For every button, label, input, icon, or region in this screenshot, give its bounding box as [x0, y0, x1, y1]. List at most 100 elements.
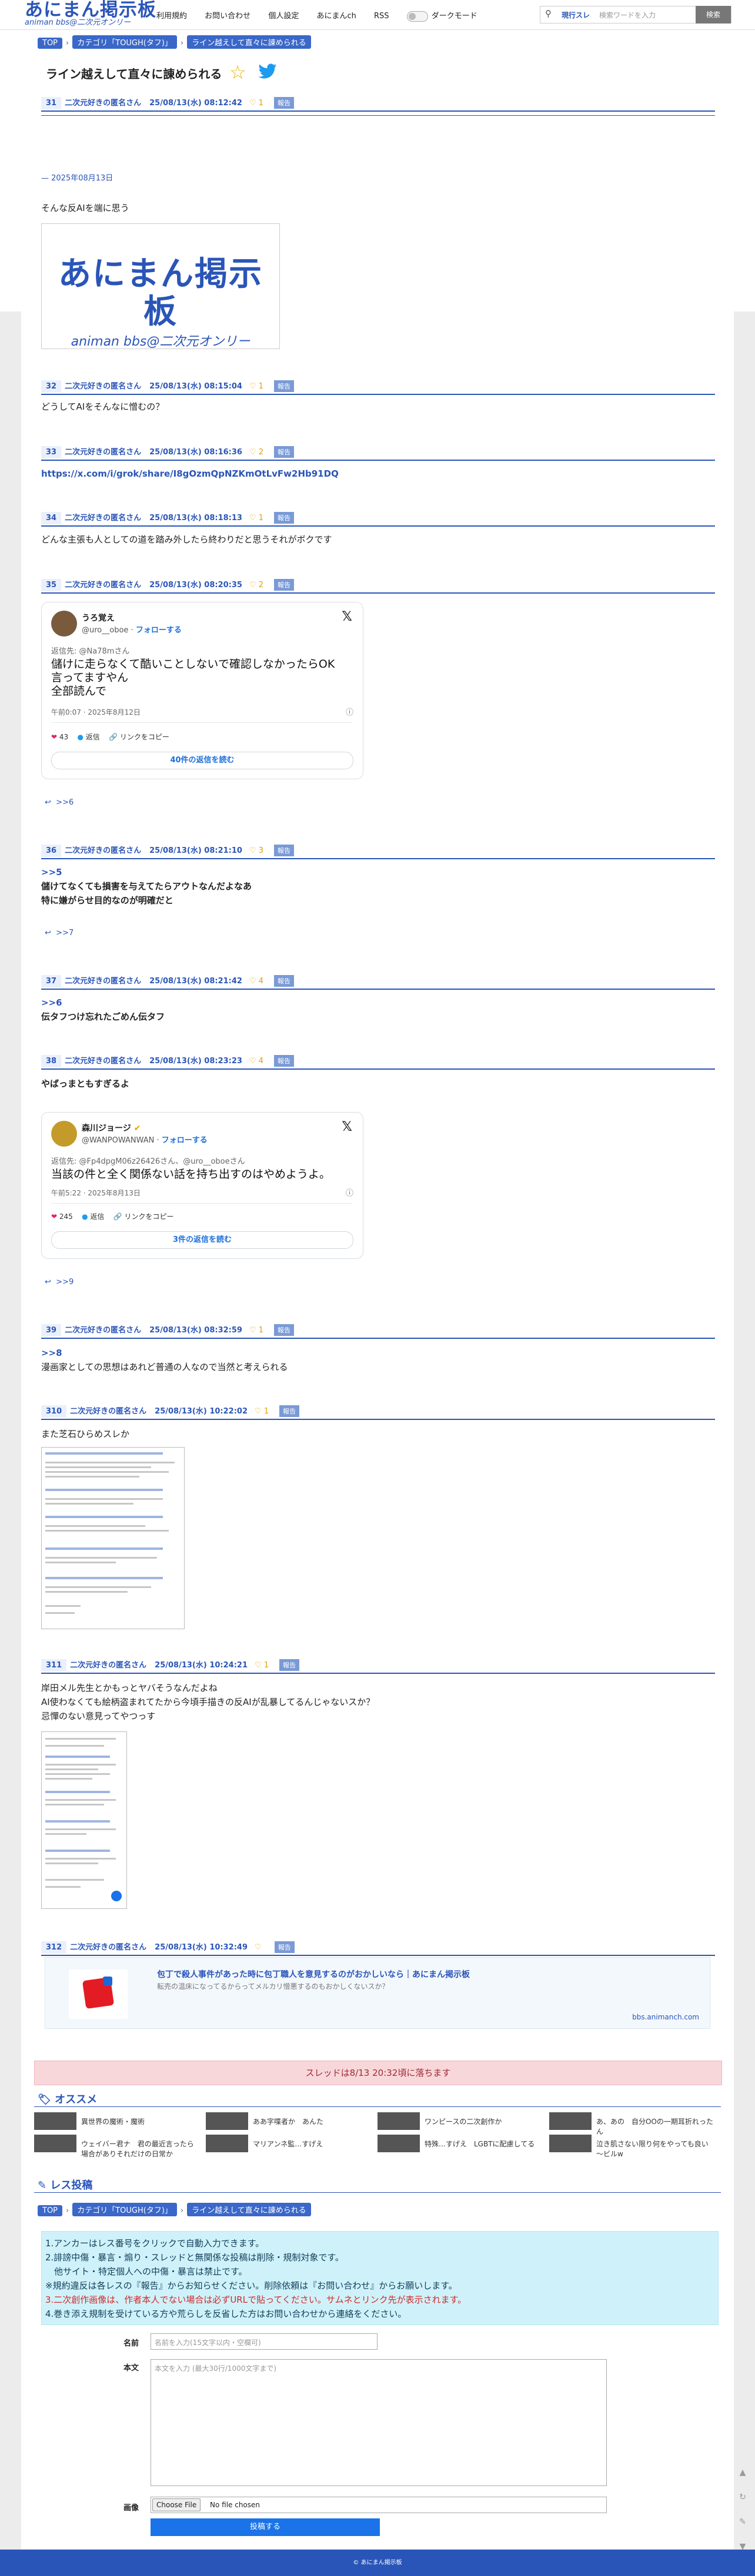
reply-anchor-text[interactable]: >>6: [56, 798, 74, 807]
recommend-item[interactable]: あ、あの 自分OOの一期耳折れったん: [549, 2112, 714, 2136]
quote-anchor[interactable]: >>5: [41, 865, 252, 879]
post-number[interactable]: 311: [41, 1659, 67, 1671]
link-preview-card[interactable]: 包丁で殺人事件があった時に包丁職人を意見するのがおかしいなら｜あにまん掲示板 転…: [45, 1957, 710, 2029]
link-title[interactable]: 包丁で殺人事件があった時に包丁職人を意見するのがおかしいなら｜あにまん掲示板: [157, 1968, 470, 1980]
tweet-author-name-text[interactable]: 森川ジョージ: [82, 1124, 131, 1133]
recommend-item[interactable]: マリアンネ監…すげえ: [206, 2135, 370, 2152]
link-icon[interactable]: 🔗: [113, 1212, 122, 1221]
search-button[interactable]: 検索: [696, 6, 731, 24]
like-button[interactable]: ♡: [255, 1943, 264, 1952]
tweet-author-name[interactable]: うろ覚え: [82, 612, 115, 624]
report-button[interactable]: 報告: [274, 512, 295, 524]
tweet-copy-link[interactable]: リンクをコピー: [124, 1212, 173, 1221]
reply-icon[interactable]: ●: [77, 733, 83, 741]
link-icon[interactable]: 🔗: [109, 733, 118, 741]
reply-anchor-text[interactable]: >>9: [56, 1278, 74, 1287]
toggle-switch[interactable]: [406, 11, 428, 22]
breadcrumb-top[interactable]: TOP: [38, 2205, 63, 2216]
x-logo-icon[interactable]: 𝕏: [342, 609, 352, 624]
submit-button[interactable]: 投稿する: [151, 2518, 380, 2536]
dark-mode-toggle[interactable]: ダークモード: [406, 11, 493, 22]
report-button[interactable]: 報告: [274, 380, 295, 392]
tweet-copy-link[interactable]: リンクをコピー: [120, 733, 169, 741]
reply-anchor[interactable]: ↩ >>9: [45, 1278, 74, 1287]
nav-settings[interactable]: 個人設定: [268, 12, 299, 21]
tweet-handle-text[interactable]: @uro__oboe: [82, 626, 128, 635]
favorite-star-icon[interactable]: ☆: [229, 61, 246, 83]
refresh-icon[interactable]: ↻: [734, 2488, 751, 2506]
nav-animanch[interactable]: あにまんch: [316, 12, 356, 21]
report-button[interactable]: 報告: [274, 579, 295, 591]
embedded-tweet[interactable]: 森川ジョージ ✔ @WANPOWANWAN · フォローする 𝕏 返信先: @F…: [41, 1112, 363, 1259]
like-button[interactable]: ♡ 1: [249, 514, 263, 522]
read-replies-button[interactable]: 40件の返信を読む: [51, 752, 353, 769]
choose-file-button[interactable]: Choose File: [152, 2498, 201, 2511]
report-button[interactable]: 報告: [274, 1941, 295, 1953]
report-button[interactable]: 報告: [274, 845, 295, 856]
scroll-top-icon[interactable]: ▲: [734, 2464, 751, 2481]
report-button[interactable]: 報告: [279, 1659, 300, 1671]
site-logo[interactable]: あにまん掲示板 animan bbs@二次元オンリー: [25, 0, 156, 28]
recommend-item[interactable]: ワンピースの二次創作か: [378, 2112, 542, 2130]
avatar[interactable]: [51, 611, 77, 637]
breadcrumb-category[interactable]: カテゴリ「TOUGH(タフ)」: [72, 2203, 177, 2216]
info-icon[interactable]: ⓘ: [346, 706, 353, 717]
post-screenshot[interactable]: [41, 1731, 127, 1909]
post-number[interactable]: 34: [41, 512, 62, 524]
report-button[interactable]: 報告: [274, 97, 295, 109]
post-number[interactable]: 39: [41, 1324, 62, 1336]
report-button[interactable]: 報告: [274, 446, 295, 458]
report-button[interactable]: 報告: [279, 1405, 300, 1417]
avatar[interactable]: [51, 1121, 77, 1147]
post-image[interactable]: あにまん掲示板 animan bbs@二次元オンリー: [41, 223, 280, 349]
recommend-item[interactable]: 異世界の魔術・魔術: [34, 2112, 199, 2130]
post-number[interactable]: 33: [41, 446, 62, 458]
like-button[interactable]: ♡ 1: [249, 382, 263, 391]
like-button[interactable]: ♡ 4: [249, 1057, 263, 1066]
like-button[interactable]: ♡ 1: [249, 99, 263, 108]
nav-rss[interactable]: RSS: [374, 12, 389, 21]
like-button[interactable]: ♡ 1: [255, 1661, 269, 1670]
recommend-item[interactable]: 泣き肌さない限り何をやっても良い～ビルw: [549, 2135, 714, 2158]
breadcrumb-thread[interactable]: ライン越えして直々に諌められる: [187, 35, 311, 49]
quote-anchor[interactable]: >>8: [41, 1346, 288, 1360]
post-number[interactable]: 37: [41, 975, 62, 987]
reply-icon[interactable]: ●: [82, 1212, 88, 1221]
post-number[interactable]: 36: [41, 845, 62, 857]
like-button[interactable]: ♡ 2: [249, 581, 263, 589]
report-button[interactable]: 報告: [274, 1055, 295, 1067]
twitter-share-icon[interactable]: [258, 63, 278, 80]
post-number[interactable]: 32: [41, 380, 62, 393]
body-textarea[interactable]: 本文を入力 (最大30行/1000文字まで): [151, 2359, 607, 2486]
like-button[interactable]: ♡ 1: [255, 1407, 269, 1416]
post-number[interactable]: 35: [41, 579, 62, 591]
like-button[interactable]: ♡ 2: [249, 448, 263, 457]
reply-anchor[interactable]: ↩ >>6: [45, 798, 74, 807]
follow-button[interactable]: フォローする: [162, 1136, 208, 1145]
search-input[interactable]: 検索ワードを入力: [599, 10, 656, 20]
nav-terms[interactable]: 利用規約: [156, 12, 187, 21]
info-icon[interactable]: ⓘ: [346, 1187, 353, 1198]
reply-anchor-text[interactable]: >>7: [56, 929, 74, 937]
read-replies-button[interactable]: 3件の返信を読む: [51, 1231, 353, 1249]
like-button[interactable]: ♡ 4: [249, 977, 263, 986]
post-number[interactable]: 38: [41, 1055, 62, 1067]
follow-button[interactable]: フォローする: [136, 626, 182, 635]
like-button[interactable]: ♡ 1: [249, 1326, 263, 1335]
tweet-reply-button[interactable]: 返信: [90, 1212, 104, 1221]
x-logo-icon[interactable]: 𝕏: [342, 1120, 352, 1134]
recommend-item[interactable]: ウェイバー君ナ 君の最近言ったら場合がありそれだけの日常か: [34, 2135, 199, 2158]
tweet-time[interactable]: 午前5:22 · 2025年8月13日: [51, 1188, 141, 1198]
search-scope-select[interactable]: 現行スレ: [562, 10, 590, 20]
reply-anchor[interactable]: ↩ >>7: [45, 929, 74, 937]
post-link[interactable]: https://x.com/i/grok/share/I8gOzmQpNZKmO…: [41, 467, 339, 481]
post-number[interactable]: 312: [41, 1941, 67, 1954]
report-button[interactable]: 報告: [274, 1324, 295, 1336]
heart-icon[interactable]: ❤: [51, 733, 57, 741]
edit-icon[interactable]: ✎: [734, 2513, 751, 2531]
quote-anchor[interactable]: >>6: [41, 996, 165, 1010]
recommend-item[interactable]: 特殊…すげえ LGBTに配慮してる: [378, 2135, 542, 2152]
embedded-tweet[interactable]: うろ覚え @uro__oboe · フォローする 𝕏 返信先: @Na78mさん…: [41, 602, 363, 779]
recommend-item[interactable]: ああ字喋者か あんた: [206, 2112, 370, 2130]
report-button[interactable]: 報告: [274, 975, 295, 987]
